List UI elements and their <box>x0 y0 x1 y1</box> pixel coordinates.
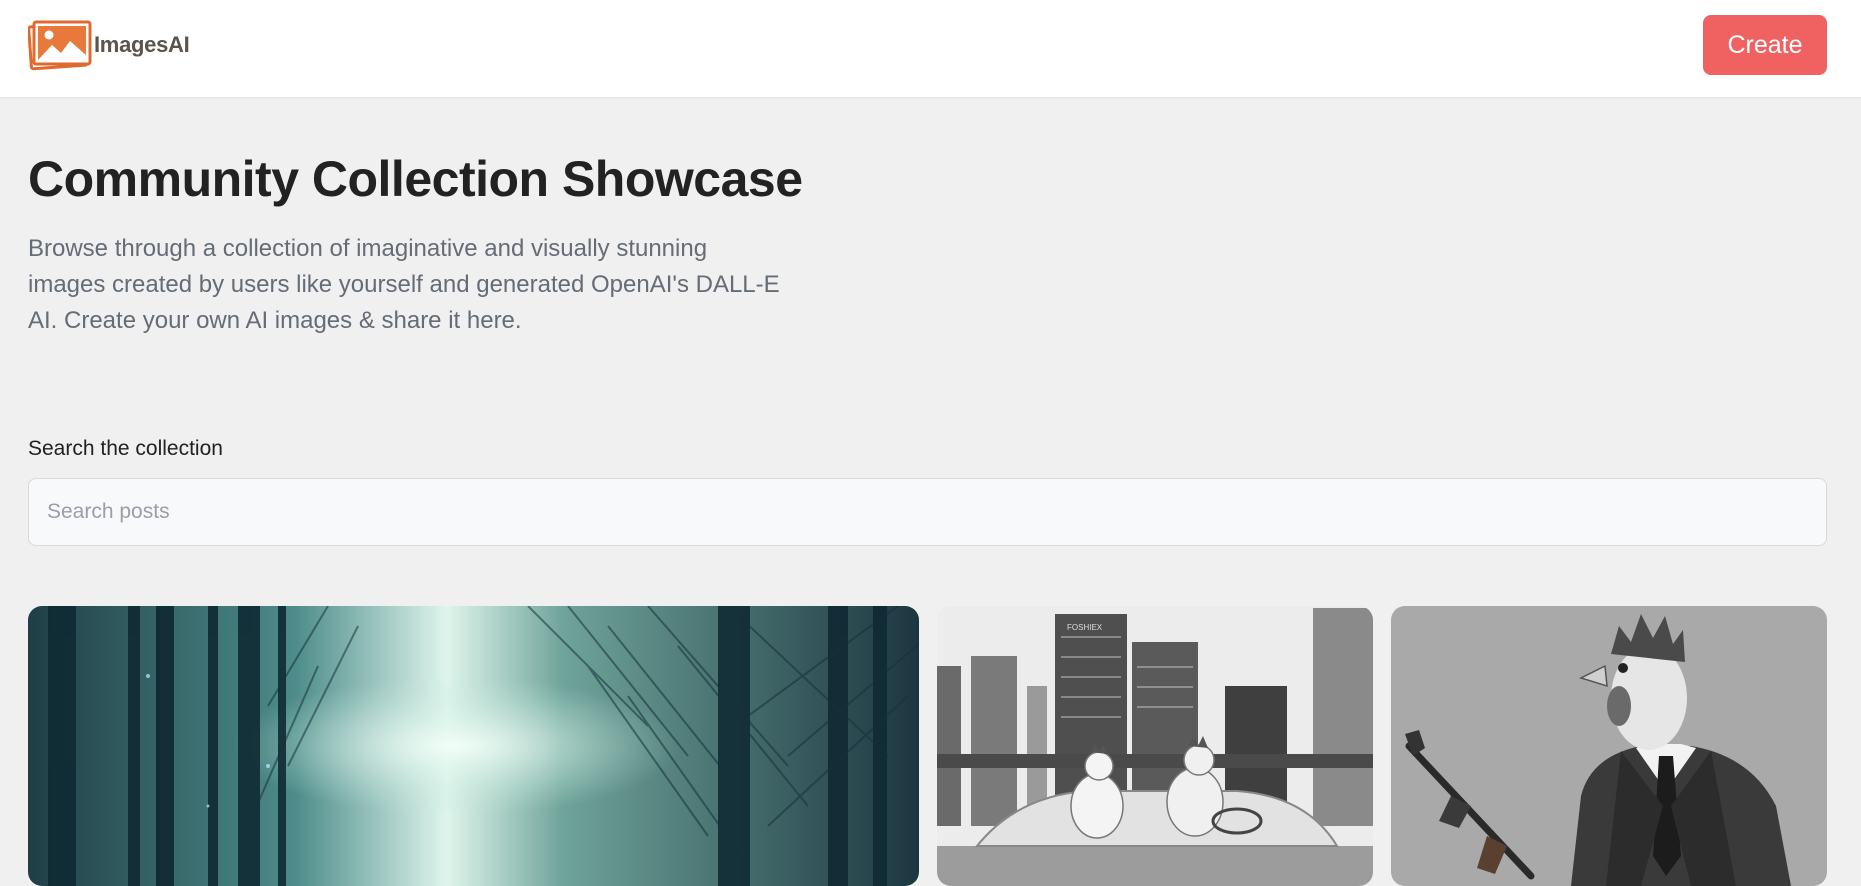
logo[interactable]: ImagesAI <box>28 19 190 71</box>
logo-text: ImagesAI <box>94 32 190 57</box>
page-description: Browse through a collection of imaginati… <box>28 235 780 334</box>
top-navbar: ImagesAI Create <box>0 0 1861 98</box>
search-input[interactable] <box>28 478 1827 546</box>
search-label: Search the collection <box>28 437 223 460</box>
create-button[interactable]: Create <box>1703 15 1827 75</box>
chickens-car-image: FOSHIEX <box>937 606 1373 886</box>
gallery-card-chickens-car[interactable]: FOSHIEX <box>937 606 1373 886</box>
picture-icon <box>28 20 92 71</box>
rooster-suit-image <box>1391 606 1827 886</box>
page-title: Community Collection Showcase <box>28 151 803 207</box>
gallery-card-forest[interactable] <box>28 606 919 886</box>
forest-image <box>28 606 919 886</box>
building-sign: FOSHIEX <box>1067 623 1103 632</box>
gallery-card-rooster-suit[interactable] <box>1391 606 1827 886</box>
